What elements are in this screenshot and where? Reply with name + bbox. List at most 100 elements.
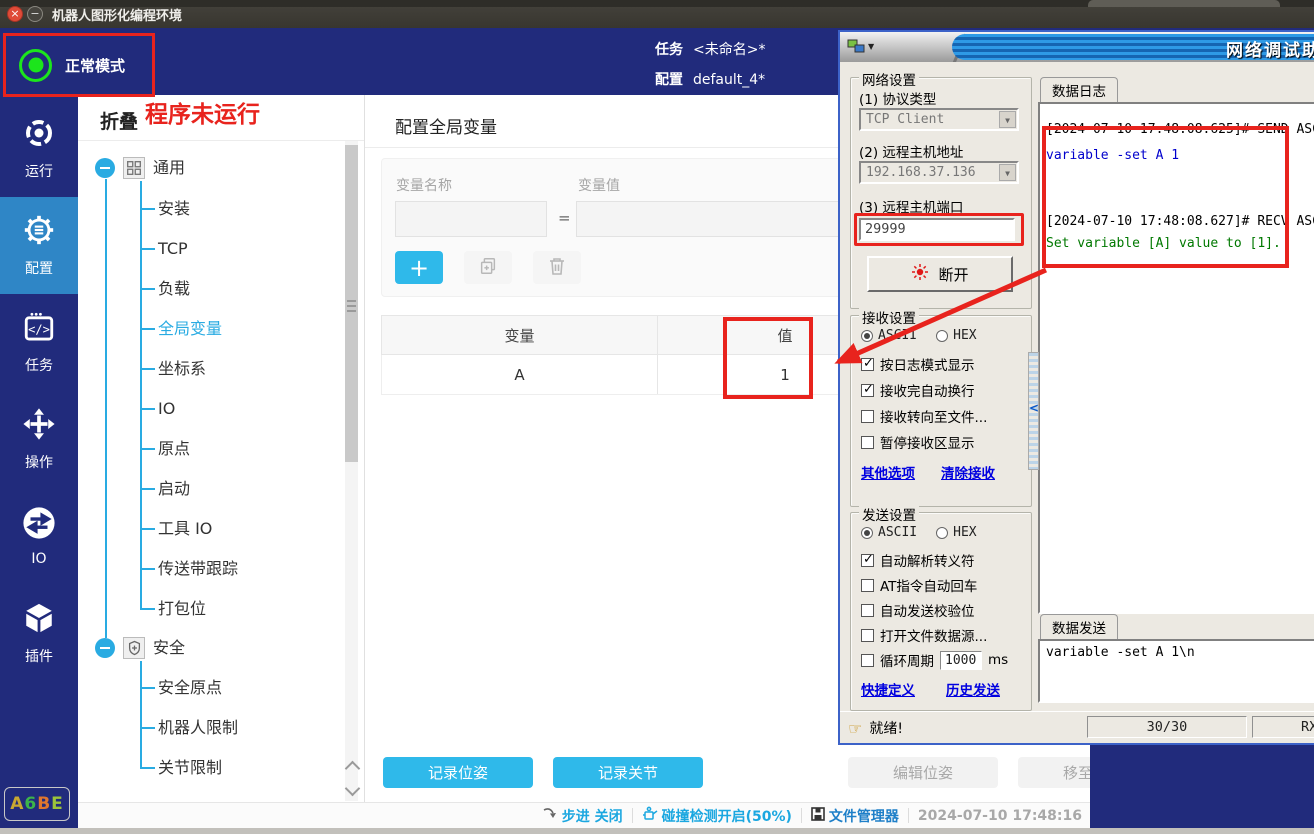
tree-item-global-vars[interactable]: 全局变量 — [78, 316, 318, 342]
option-label: 接收完自动换行 — [880, 380, 975, 400]
sidebar-item-io[interactable]: IO — [0, 488, 78, 585]
host-value: 192.168.37.136 — [866, 165, 976, 180]
tree-scrollbar[interactable] — [345, 141, 358, 801]
tree-item-payload[interactable]: 负载 — [78, 276, 318, 302]
tree-item-conveyor[interactable]: 传送带跟踪 — [78, 556, 318, 582]
panel-splitter[interactable]: < — [1028, 352, 1039, 470]
dropdown-arrow-icon[interactable]: ▼ — [999, 111, 1016, 128]
cycle-label: 循环周期 — [880, 650, 934, 670]
data-log-tab[interactable]: 数据日志 — [1040, 77, 1118, 102]
tree-item-label: 负载 — [158, 276, 190, 302]
ascii-radio[interactable] — [861, 330, 873, 342]
sidebar-item-run[interactable]: 运行 — [0, 100, 78, 197]
var-name-label: 变量名称 — [396, 175, 452, 195]
disconnect-button[interactable]: 断开 — [867, 256, 1013, 292]
tree-item-install[interactable]: 安装 — [78, 196, 318, 222]
dropdown-arrow-icon[interactable]: ▼ — [999, 164, 1016, 181]
hex-radio[interactable] — [936, 330, 948, 342]
tree-node-safety[interactable]: 安全 — [78, 635, 318, 661]
scrollbar-thumb[interactable] — [345, 145, 358, 462]
sidebar-item-operate[interactable]: 操作 — [0, 391, 78, 488]
option-label: 暂停接收区显示 — [880, 432, 975, 452]
file-source-option[interactable]: 打开文件数据源... — [861, 625, 987, 645]
tree-node-general[interactable]: 通用 — [78, 155, 318, 181]
data-send-area[interactable]: variable -set A 1\n — [1038, 639, 1314, 703]
cycle-input[interactable]: 1000 — [940, 651, 982, 670]
tree-item-io[interactable]: IO — [78, 396, 318, 422]
close-button[interactable]: × — [7, 6, 23, 22]
value-highlight-annotation — [723, 317, 813, 399]
net-assistant-window: ▼ 网络调试助手 网络设置 (1) 协议类型 TCP Client▼ (2) 远… — [838, 30, 1314, 745]
other-options-link[interactable]: 其他选项 — [861, 462, 915, 482]
clear-receive-link[interactable]: 清除接收 — [941, 462, 995, 482]
checkbox[interactable] — [861, 654, 874, 667]
net-titlebar[interactable]: ▼ 网络调试助手 — [840, 32, 1314, 62]
pause-recv-option[interactable]: 暂停接收区显示 — [861, 432, 975, 452]
tree-item-tool-io[interactable]: 工具 IO — [78, 516, 318, 542]
collision-status[interactable]: 碰撞检测开启(50%) — [642, 806, 792, 826]
tree-item-startup[interactable]: 启动 — [78, 476, 318, 502]
record-pose-button[interactable]: 记录位姿 — [383, 757, 533, 788]
tree-item-robot-limit[interactable]: 机器人限制 — [78, 715, 318, 741]
cycle-option[interactable]: 循环周期 1000 ms — [861, 650, 1008, 670]
host-select[interactable]: 192.168.37.136 ▼ — [859, 161, 1019, 184]
group-title: 发送设置 — [859, 504, 919, 524]
network-app-icon[interactable]: ▼ — [847, 39, 874, 54]
sidebar-item-task[interactable]: </> 任务 — [0, 294, 78, 391]
var-name-input[interactable] — [395, 201, 547, 237]
sidebar-item-plugin[interactable]: 插件 — [0, 585, 78, 682]
edit-pose-button[interactable]: 编辑位姿 — [848, 757, 998, 788]
quick-define-link[interactable]: 快捷定义 — [861, 679, 915, 699]
tree-item-label: 原点 — [158, 436, 190, 462]
io-arrows-icon — [22, 506, 56, 544]
grid-icon — [123, 157, 145, 179]
parse-escape-option[interactable]: 自动解析转义符 — [861, 550, 975, 570]
auto-checksum-option[interactable]: 自动发送校验位 — [861, 600, 975, 620]
chevron-down-icon: ▼ — [868, 42, 874, 51]
tree-item-safe-home[interactable]: 安全原点 — [78, 675, 318, 701]
collapse-label[interactable]: 折叠 — [100, 107, 138, 134]
checkbox[interactable] — [861, 579, 874, 592]
collapse-minus-icon[interactable] — [95, 158, 115, 178]
protocol-select[interactable]: TCP Client▼ — [859, 108, 1019, 131]
tree-item-home[interactable]: 原点 — [78, 436, 318, 462]
delete-button[interactable] — [533, 251, 581, 284]
auto-newline-option[interactable]: 接收完自动换行 — [861, 380, 975, 400]
add-variable-button[interactable]: + — [395, 251, 443, 284]
data-send-tab[interactable]: 数据发送 — [1040, 614, 1118, 639]
tree-item-coord[interactable]: 坐标系 — [78, 356, 318, 382]
log-mode-option[interactable]: 按日志模式显示 — [861, 354, 975, 374]
collapse-minus-icon[interactable] — [95, 638, 115, 658]
record-joint-button[interactable]: 记录关节 — [553, 757, 703, 788]
code-window-icon: </> — [22, 310, 56, 348]
recv-to-file-option[interactable]: 接收转向至文件... — [861, 406, 987, 426]
hex-radio[interactable] — [936, 527, 948, 539]
checkbox[interactable] — [861, 436, 874, 449]
gear-icon — [22, 213, 56, 251]
history-send-link[interactable]: 历史发送 — [946, 679, 1000, 699]
checkbox-checked[interactable] — [861, 384, 874, 397]
task-value: <未命名>* — [693, 42, 765, 58]
scrollbar-grip — [347, 300, 356, 312]
program-not-running-label: 程序未运行 — [145, 95, 260, 129]
minimize-button[interactable]: − — [27, 6, 43, 22]
sidebar-item-config[interactable]: 配置 — [0, 197, 78, 294]
at-return-option[interactable]: AT指令自动回车 — [861, 575, 977, 595]
ascii-radio[interactable] — [861, 527, 873, 539]
step-mode-status[interactable]: 步进 关闭 — [543, 806, 623, 826]
checkbox-checked[interactable] — [861, 554, 874, 567]
tree-item-joint-limit[interactable]: 关节限制 — [78, 755, 318, 781]
tree-item-label: 坐标系 — [158, 356, 206, 382]
checkbox-checked[interactable] — [861, 358, 874, 371]
tree-item-tcp[interactable]: TCP — [78, 236, 318, 262]
tree-item-pallet[interactable]: 打包位 — [78, 596, 318, 622]
cycle-unit: ms — [988, 652, 1008, 668]
packet-counter: 30/30 — [1087, 716, 1247, 738]
checkbox[interactable] — [861, 629, 874, 642]
checkbox[interactable] — [861, 604, 874, 617]
tree-item-label: 工具 IO — [158, 516, 212, 542]
sidebar-item-label: 运行 — [25, 161, 53, 181]
checkbox[interactable] — [861, 410, 874, 423]
duplicate-button[interactable] — [464, 251, 512, 284]
file-manager-status[interactable]: 文件管理器 — [811, 806, 899, 826]
